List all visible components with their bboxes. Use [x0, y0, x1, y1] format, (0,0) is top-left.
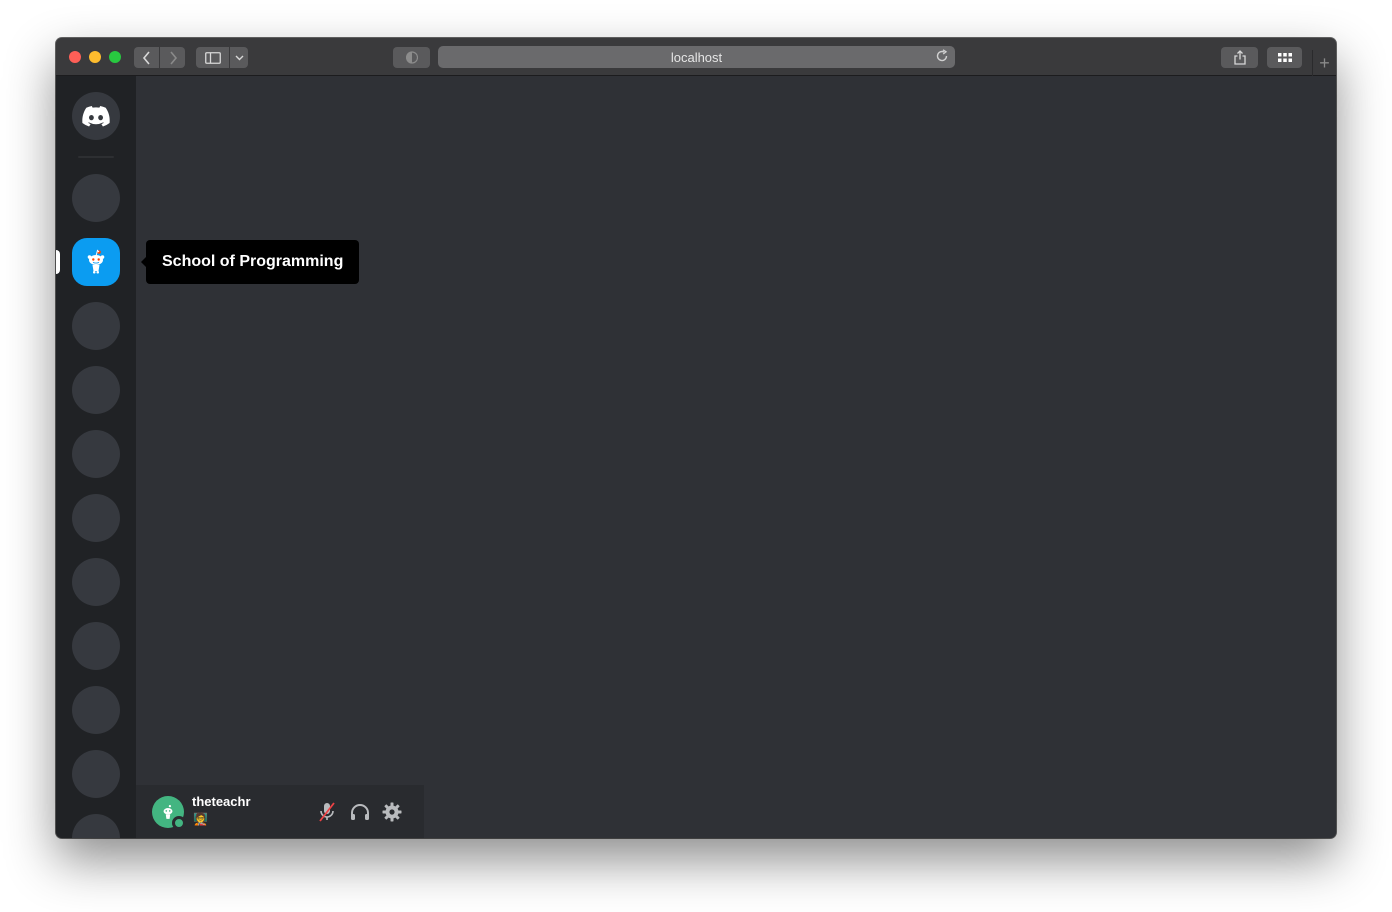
server-rail-separator — [78, 156, 114, 158]
server-icon-placeholder[interactable] — [72, 430, 120, 478]
forward-button[interactable] — [160, 47, 185, 68]
deafen-button[interactable] — [349, 801, 371, 823]
custom-status-emoji: 🧑‍🏫 — [193, 812, 208, 826]
chevron-right-icon — [169, 50, 177, 65]
tab-overview-icon — [1277, 53, 1292, 62]
gear-icon — [382, 802, 402, 822]
mute-button[interactable] — [316, 801, 338, 823]
microphone-muted-icon — [319, 802, 335, 822]
close-window-button[interactable] — [69, 51, 81, 63]
sidebar-toggle-button[interactable] — [196, 47, 229, 68]
reddit-alien-icon — [87, 249, 105, 274]
chevron-down-icon — [235, 55, 243, 60]
url-text: localhost — [670, 49, 723, 65]
server-icon-placeholder[interactable] — [72, 814, 120, 838]
share-icon — [1233, 50, 1246, 65]
headphones-icon — [351, 804, 369, 820]
browser-window: localhost + School of Programming thetea… — [56, 38, 1336, 838]
share-button[interactable] — [1221, 47, 1258, 68]
zoom-window-button[interactable] — [109, 51, 121, 63]
home-button[interactable] — [72, 92, 120, 140]
active-server-indicator — [56, 250, 60, 274]
server-icon-placeholder[interactable] — [72, 686, 120, 734]
main-content-area — [136, 76, 1336, 838]
server-icon-placeholder[interactable] — [72, 174, 120, 222]
user-settings-button[interactable] — [381, 801, 403, 823]
server-rail — [56, 76, 136, 838]
minimize-window-button[interactable] — [89, 51, 101, 63]
server-icon-placeholder[interactable] — [72, 302, 120, 350]
browser-toolbar: localhost + — [56, 38, 1336, 76]
server-icon-placeholder[interactable] — [72, 366, 120, 414]
chevron-left-icon — [142, 50, 150, 65]
server-icon-placeholder[interactable] — [72, 622, 120, 670]
sidebar-menu-button[interactable] — [230, 47, 248, 68]
shield-icon — [405, 51, 418, 64]
plus-icon: + — [1319, 52, 1330, 73]
privacy-report-button[interactable] — [393, 47, 430, 68]
reload-icon[interactable] — [935, 49, 949, 66]
tab-overview-button[interactable] — [1267, 47, 1302, 68]
server-icon-placeholder[interactable] — [72, 558, 120, 606]
username[interactable]: theteachr — [192, 794, 251, 809]
sidebar-icon — [204, 51, 221, 64]
back-button[interactable] — [134, 47, 159, 68]
address-bar[interactable]: localhost — [438, 46, 955, 68]
discord-logo-icon — [82, 105, 110, 126]
user-panel: theteachr 🧑‍🏫 — [136, 785, 424, 838]
new-tab-button[interactable]: + — [1312, 50, 1336, 76]
server-icon-placeholder[interactable] — [72, 750, 120, 798]
server-icon-school-of-programming[interactable] — [72, 238, 120, 286]
online-status-indicator — [172, 816, 186, 830]
server-name-tooltip: School of Programming — [140, 240, 360, 284]
server-icon-placeholder[interactable] — [72, 494, 120, 542]
